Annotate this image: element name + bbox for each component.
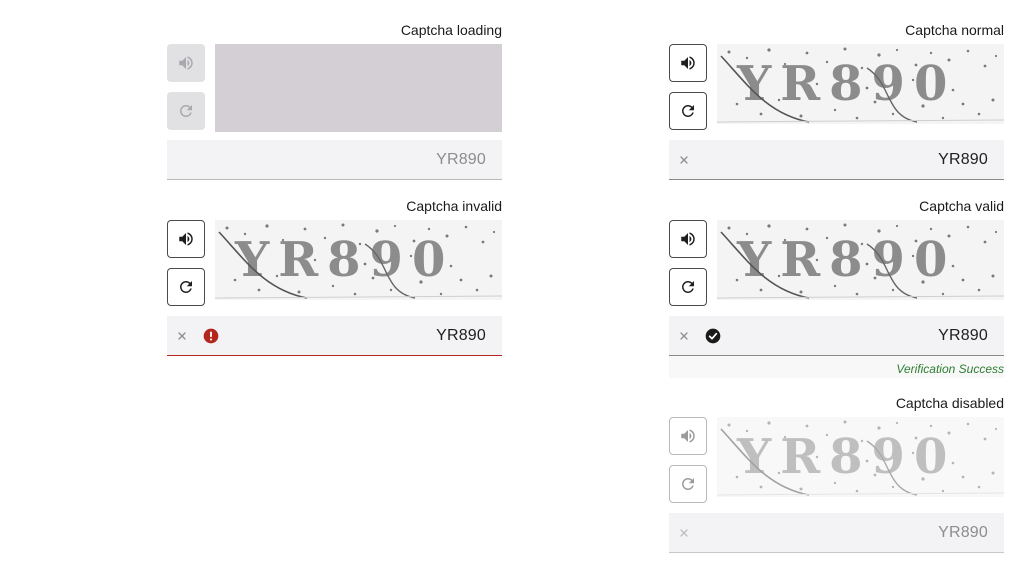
refresh-button[interactable] [669,465,707,503]
captcha-image [215,220,502,300]
captcha-label: Captcha normal [905,22,1004,38]
close-icon[interactable] [677,329,691,343]
audio-button[interactable] [167,44,205,82]
captcha-input-value: YR890 [436,151,486,168]
volume-icon [679,230,697,248]
captcha-label: Captcha disabled [895,395,1004,411]
refresh-icon [177,278,195,296]
close-icon[interactable] [677,153,691,167]
refresh-icon [177,102,195,120]
captcha-image [717,417,1004,497]
close-icon[interactable] [175,329,189,343]
refresh-button[interactable] [669,268,707,306]
volume-icon [177,54,195,72]
refresh-icon [679,475,697,493]
audio-button[interactable] [167,220,205,258]
refresh-icon [679,278,697,296]
volume-icon [679,427,697,445]
captcha-label: Captcha invalid [406,198,502,214]
captcha-input[interactable]: YR890 [669,316,1004,356]
captcha-input-value: YR890 [436,327,486,344]
captcha-label: Captcha loading [400,22,502,38]
captcha-label: Captcha valid [919,198,1004,214]
captcha-input[interactable]: YR890 [167,140,502,180]
audio-button[interactable] [669,417,707,455]
refresh-button[interactable] [167,268,205,306]
audio-button[interactable] [669,44,707,82]
captcha-input[interactable]: YR890 [167,316,502,356]
refresh-icon [679,102,697,120]
refresh-button[interactable] [167,92,205,130]
captcha-input[interactable]: YR890 [669,513,1004,553]
captcha-image [717,44,1004,124]
success-message: Verification Success [896,362,1004,376]
close-icon[interactable] [677,526,691,540]
audio-button[interactable] [669,220,707,258]
check-circle-icon [705,328,721,344]
error-icon [203,328,219,344]
captcha-image [717,220,1004,300]
captcha-image-placeholder [215,44,502,132]
captcha-input[interactable]: YR890 [669,140,1004,180]
captcha-input-value: YR890 [938,524,988,541]
refresh-button[interactable] [669,92,707,130]
volume-icon [177,230,195,248]
volume-icon [679,54,697,72]
captcha-input-value: YR890 [938,327,988,344]
captcha-input-value: YR890 [938,151,988,168]
helper-text-container: Verification Success [669,356,1004,378]
